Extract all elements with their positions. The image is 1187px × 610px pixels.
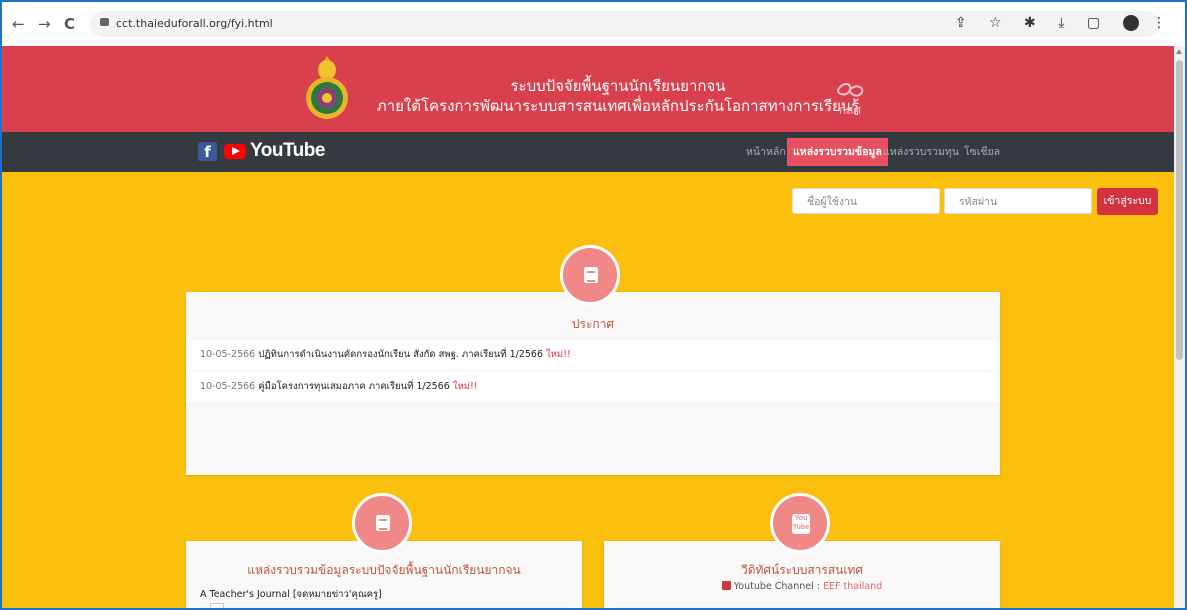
password-input[interactable]: รหัสผ่าน bbox=[944, 188, 1092, 214]
announcement-panel: ประกาศ 10-05-2566 ปฏิทินการดำเนินงานคัดก… bbox=[186, 292, 1000, 475]
page-scrollbar[interactable] bbox=[1174, 46, 1185, 608]
site-header: ระบบปัจจัยพื้นฐานนักเรียนยากจน ภายใต้โคร… bbox=[2, 46, 1174, 132]
browser-window: ← → C cct.thaieduforall.org/fyi.html ⇪ ☆… bbox=[0, 0, 1187, 610]
nav-social[interactable]: โซเชียล bbox=[964, 132, 1000, 172]
announcement-title: ประกาศ bbox=[571, 317, 615, 331]
extension-icons[interactable]: ⇪ ☆ ✱ ⤓ ▢ bbox=[955, 15, 1109, 31]
announcement-text[interactable]: คู่มือโครงการทุนเสมอภาค ภาคเรียนที่ 1/25… bbox=[258, 381, 450, 392]
youtube-wordmark[interactable]: YouTube bbox=[250, 140, 325, 162]
scroll-up-icon[interactable] bbox=[1176, 49, 1182, 54]
channel-link[interactable]: EEF thailand bbox=[823, 581, 882, 592]
menu-kebab-icon[interactable]: ⋮ bbox=[1152, 15, 1175, 31]
scrollbar-thumb[interactable] bbox=[1176, 60, 1183, 360]
document-icon bbox=[584, 267, 598, 283]
announcement-item[interactable]: 10-05-2566 ปฏิทินการดำเนินงานคัดกรองนักเ… bbox=[186, 340, 1000, 370]
facebook-icon[interactable]: f bbox=[198, 142, 217, 161]
browser-toolbar: ← → C cct.thaieduforall.org/fyi.html ⇪ ☆… bbox=[2, 2, 1185, 47]
header-subtitle: ภายใต้โครงการพัฒนาระบบสารสนเทศเพื่อหลักป… bbox=[376, 97, 860, 115]
nav-funds[interactable]: แหล่งรวบรวมทุน bbox=[883, 132, 959, 172]
announcement-badge bbox=[560, 245, 620, 305]
eef-logo: กสศ bbox=[836, 83, 864, 117]
new-badge: ใหม่!! bbox=[452, 381, 478, 392]
announcement-date: 10-05-2566 bbox=[200, 349, 256, 360]
announcement-date: 10-05-2566 bbox=[200, 381, 256, 392]
video-badge: You Tube bbox=[770, 493, 830, 553]
youtube-channel-line: Youtube Channel : EEF thailand bbox=[604, 581, 1000, 592]
back-button[interactable]: ← bbox=[12, 15, 25, 33]
channel-label: Youtube Channel : bbox=[733, 581, 820, 592]
data-sources-title: แหล่งรวบรวมข้อมูลระบบปัจจัยพื้นฐานนักเรี… bbox=[247, 563, 521, 577]
new-badge: ใหม่!! bbox=[546, 349, 571, 360]
eef-logo-text: กสศ bbox=[839, 103, 862, 117]
youtube-icon[interactable] bbox=[224, 144, 246, 159]
url-text: cct.thaieduforall.org/fyi.html bbox=[116, 17, 273, 30]
youtube-logo-icon: You Tube bbox=[792, 514, 810, 534]
journal-thumbnail[interactable] bbox=[210, 603, 224, 608]
browser-extension-icons: ⇪ ☆ ✱ ⤓ ▢ ⋮ bbox=[955, 15, 1175, 31]
top-navigation: f YouTube หน้าหลัก แหล่งรวบรวมข้อมูล แหล… bbox=[2, 132, 1174, 172]
data-sources-badge bbox=[352, 493, 412, 553]
username-input[interactable]: ชื่อผู้ใช้งาน bbox=[792, 188, 940, 214]
lock-icon bbox=[100, 18, 109, 26]
youtube-small-icon bbox=[721, 581, 731, 590]
announcement-item[interactable]: 10-05-2566 คู่มือโครงการทุนเสมอภาค ภาคเร… bbox=[186, 372, 1000, 402]
profile-avatar[interactable] bbox=[1122, 15, 1139, 31]
nav-data-sources[interactable]: แหล่งรวบรวมข้อมูล bbox=[787, 138, 888, 166]
teacher-journal-link[interactable]: A Teacher's Journal [จดหมายข่าว'คุณครู] bbox=[200, 587, 382, 602]
document-icon bbox=[376, 515, 390, 531]
reload-button[interactable]: C bbox=[64, 15, 75, 33]
login-button[interactable]: เข้าสู่ระบบ bbox=[1097, 188, 1158, 215]
announcement-text[interactable]: ปฏิทินการดำเนินงานคัดกรองนักเรียน สังกัด… bbox=[258, 349, 543, 360]
forward-button[interactable]: → bbox=[38, 15, 51, 33]
nav-home[interactable]: หน้าหลัก bbox=[746, 132, 786, 172]
video-title: วีดิทัศน์ระบบสารสนเทศ bbox=[740, 563, 864, 577]
